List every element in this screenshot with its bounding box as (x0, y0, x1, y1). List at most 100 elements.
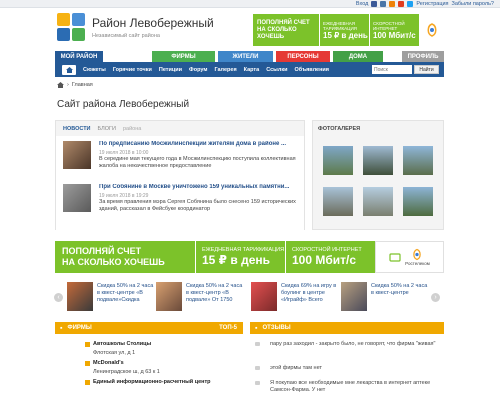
header-ad-banner[interactable]: ПОПОЛНЯЙ СЧЕТ НА СКОЛЬКО ХОЧЕШЬ ЕЖЕДНЕВН… (253, 14, 444, 46)
header-ad-speed: СКОРОСТНОЙ ИНТЕРНЕТ 100 Мбит/с (369, 14, 419, 46)
banner-main: ПОПОЛНЯЙ СЧЕТ НА СКОЛЬКО ХОЧЕШЬ (55, 241, 195, 273)
gallery-photo[interactable] (323, 146, 353, 175)
promo-image[interactable] (341, 282, 367, 311)
banner-main-line2: НА СКОЛЬКО ХОЧЕШЬ (62, 257, 165, 267)
promo-image[interactable] (251, 282, 277, 311)
logo-tile-people-icon (57, 28, 70, 41)
tab-area[interactable]: района (123, 126, 141, 132)
subnav-item-petitions[interactable]: Петиции (159, 67, 182, 73)
house-icon (65, 66, 73, 73)
nav-home[interactable]: ДОМА (333, 51, 383, 62)
review-text[interactable]: пару раз заходил - закрыто было, не гово… (270, 341, 440, 348)
subnav-item-ads[interactable]: Объявления (294, 67, 329, 73)
nav-my-area[interactable]: МОЙ РАЙОН (55, 51, 103, 62)
logo-tile-home-icon (72, 28, 85, 41)
breadcrumb-home[interactable]: Главная (72, 82, 93, 88)
carousel-next-button[interactable]: › (431, 293, 440, 302)
odnoklassniki-icon[interactable] (389, 1, 396, 7)
promo-item[interactable]: Скидка 50% на 2 часа в квест-центре (341, 282, 429, 315)
site-logo[interactable] (57, 13, 85, 41)
subnav-item-stories[interactable]: Сюжеты (83, 67, 106, 73)
firms-header: ▪ ФИРМЫ ТОП-5 (55, 322, 243, 334)
firm-name[interactable]: McDonald's (93, 360, 124, 366)
photo-gallery: ФОТОГАЛЕРЕЯ (312, 120, 444, 230)
page-title: Сайт района Левобережный (57, 99, 190, 110)
subnav-item-map[interactable]: Карта (244, 67, 260, 73)
banner-tariff-value: 15 ₽ в день (202, 253, 270, 267)
firms-title: ФИРМЫ (67, 325, 92, 331)
google-icon[interactable] (398, 1, 405, 7)
firm-name[interactable]: Автошколы Столицы (93, 341, 151, 347)
reviews-header: ▪ ОТЗЫВЫ (250, 322, 444, 334)
header-ad-speed-label: СКОРОСТНОЙ ИНТЕРНЕТ (373, 20, 405, 31)
review-text[interactable]: Я покупаю все необходимые мне лекарства … (270, 380, 440, 394)
facebook-icon[interactable] (371, 1, 378, 7)
reviews: ▪ ОТЗЫВЫ пару раз заходил - закрыто было… (250, 322, 444, 400)
banner-speed: СКОРОСТНОЙ ИНТЕРНЕТ 100 Мбит/с (285, 241, 375, 273)
banner-tariff: ЕЖЕДНЕВНАЯ ТАРИФИКАЦИЯ 15 ₽ в день (195, 241, 285, 273)
subnav-item-links[interactable]: Ссылки (266, 67, 287, 73)
login-link[interactable]: Вход (356, 1, 368, 7)
forgot-password-link[interactable]: Забыли пароль? (452, 1, 494, 7)
promo-text[interactable]: Скидка 50% на 2 часа в квест-центре «В п… (97, 283, 155, 304)
main-nav: МОЙ РАЙОН ФИРМЫ ЖИТЕЛИ ПЕРСОНЫ ДОМА ПРОФ… (55, 51, 444, 62)
news-title[interactable]: При Собянине в Москве уничтожено 159 уни… (99, 184, 303, 190)
reviews-section-icon: ▪ (255, 324, 258, 332)
gallery-photo[interactable] (363, 146, 393, 175)
rostelecom-logo-icon (413, 248, 422, 261)
gallery-photo[interactable] (363, 187, 393, 216)
promo-item[interactable]: Скидка 50% на 2 часа в квест-центр «В по… (156, 282, 244, 315)
news-title[interactable]: По предписанию Мосжилинспекции жителям д… (99, 141, 303, 147)
gallery-photo[interactable] (403, 146, 433, 175)
subnav-item-gallery[interactable]: Галерея (214, 67, 236, 73)
review-text[interactable]: этой фирмы там нет (270, 365, 440, 372)
nav-residents[interactable]: ЖИТЕЛИ (218, 51, 273, 62)
news-excerpt: В середине мая текущего года в Мосжилинс… (99, 156, 296, 169)
site-title[interactable]: Район Левобережный (92, 16, 214, 30)
firm-icon (85, 342, 90, 347)
tab-news[interactable]: НОВОСТИ (63, 126, 91, 132)
site-subtitle: Независимый сайт района (92, 33, 160, 39)
news-panel: НОВОСТИ БЛОГИ района По предписанию Мосж… (55, 120, 305, 230)
vk-icon[interactable] (380, 1, 387, 7)
news-thumbnail[interactable] (63, 184, 91, 212)
promo-item[interactable]: Скидка 69% на игру в боулинг в центре «И… (251, 282, 339, 315)
top-strip: Вход Регистрация Забыли пароль? (0, 0, 500, 8)
promo-text[interactable]: Скидка 50% на 2 часа в квест-центре (371, 283, 429, 297)
subnav-item-forum[interactable]: Форум (189, 67, 207, 73)
logo-tile-mail-icon (57, 13, 70, 26)
promo-text[interactable]: Скидка 69% на игру в боулинг в центре «И… (281, 283, 339, 304)
twitter-icon[interactable] (407, 1, 414, 7)
breadcrumb-separator: › (67, 82, 69, 88)
subnav-item-hotspots[interactable]: Горячие точки (113, 67, 152, 73)
nav-persons[interactable]: ПЕРСОНЫ (276, 51, 330, 62)
header-ad-tariff: ЕЖЕДНЕВНАЯ ТАРИФИКАЦИЯ 15 ₽ в день (319, 14, 369, 46)
promo-banner[interactable]: ПОПОЛНЯЙ СЧЕТ НА СКОЛЬКО ХОЧЕШЬ ЕЖЕДНЕВН… (55, 241, 444, 273)
search-button[interactable]: Найти (414, 65, 439, 74)
promo-image[interactable] (67, 282, 93, 311)
tab-blogs[interactable]: БЛОГИ (98, 126, 116, 132)
firm-address: Флотская ул, д 1 (93, 350, 136, 356)
breadcrumb: › Главная (57, 82, 93, 88)
promo-text[interactable]: Скидка 50% на 2 часа в квест-центр «В по… (186, 283, 244, 304)
gallery-photo[interactable] (323, 187, 353, 216)
firms-section-icon: ▪ (60, 324, 63, 332)
home-button[interactable] (62, 64, 76, 75)
news-thumbnail[interactable] (63, 141, 91, 169)
promo-image[interactable] (156, 282, 182, 311)
promo-item[interactable]: Скидка 50% на 2 часа в квест-центре «В п… (67, 282, 155, 315)
house-icon[interactable] (57, 82, 64, 88)
nav-profile[interactable]: ПРОФИЛЬ (402, 51, 444, 62)
firm-name[interactable]: Единый информационно-расчетный центр (93, 379, 211, 385)
header-ad-tariff-label: ЕЖЕДНЕВНАЯ ТАРИФИКАЦИЯ (323, 20, 357, 31)
banner-brand-name: Ростелеком (405, 261, 430, 266)
gallery-photo[interactable] (403, 187, 433, 216)
search-input[interactable] (372, 65, 412, 74)
news-list: По предписанию Мосжилинспекции жителям д… (56, 136, 304, 230)
carousel-prev-button[interactable]: ‹ (54, 293, 63, 302)
registration-link[interactable]: Регистрация (416, 1, 448, 7)
header-ad-tariff-value: 15 ₽ в день (323, 30, 368, 40)
nav-firms[interactable]: ФИРМЫ (152, 51, 215, 62)
firm-icon (85, 361, 90, 366)
banner-speed-value: 100 Мбит/с (292, 253, 357, 267)
